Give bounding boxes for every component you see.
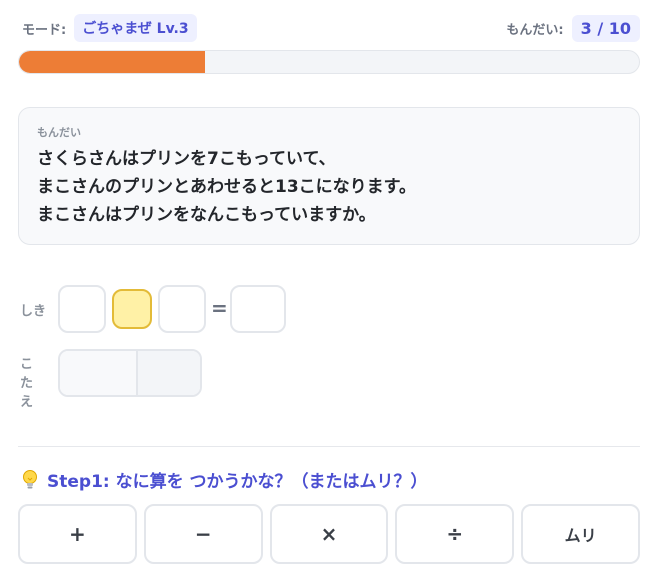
step-text: Step1: なに算を つかうかな？（またはムリ？） [47,472,428,492]
equals-sign: = [211,296,228,320]
operator-buttons: + − × ÷ ムリ [18,504,640,564]
step-instruction: Step1: なに算を つかうかな？（またはムリ？） [20,467,428,492]
question-label: もんだい [37,126,81,139]
formula-label: しき [20,304,47,319]
impossible-button[interactable]: ムリ [521,504,640,564]
answer-label: こたえ [20,357,34,410]
plus-button[interactable]: + [18,504,137,564]
progress-fill [19,51,205,73]
formula-operand-2-box[interactable] [158,285,206,333]
mode-badge: ごちゃまぜ Lv.3 [74,14,197,42]
mode-info: モード: ごちゃまぜ Lv.3 [22,14,197,42]
question-count-badge: 3 / 10 [571,14,640,42]
question-line: さくらさんはプリンを7こもっていて、 [37,149,336,169]
top-bar: モード: ごちゃまぜ Lv.3 もんだい: 3 / 10 [22,14,640,42]
multiply-button[interactable]: × [269,504,389,564]
divide-button[interactable]: ÷ [395,504,515,564]
question-count-info: もんだい: 3 / 10 [506,14,640,42]
minus-button[interactable]: − [143,504,263,564]
question-line: まこさんのプリンとあわせると13こになります。 [37,177,416,197]
divider [18,446,640,447]
question-card: もんだい さくらさんはプリンを7こもっていて、 まこさんのプリンとあわせると13… [18,107,640,245]
progress-bar [18,50,640,74]
formula-operator-box[interactable] [112,289,152,329]
question-count-label: もんだい: [506,22,564,38]
mode-label: モード: [22,22,67,38]
formula-operand-1-box[interactable] [58,285,106,333]
answer-input[interactable] [58,349,202,397]
lightbulb-icon [20,469,40,491]
answer-number-box[interactable] [60,351,138,395]
question-line: まこさんはプリンをなんこもっていますか。 [37,205,376,225]
answer-unit-box[interactable] [138,351,200,395]
formula-result-box[interactable] [230,285,286,333]
